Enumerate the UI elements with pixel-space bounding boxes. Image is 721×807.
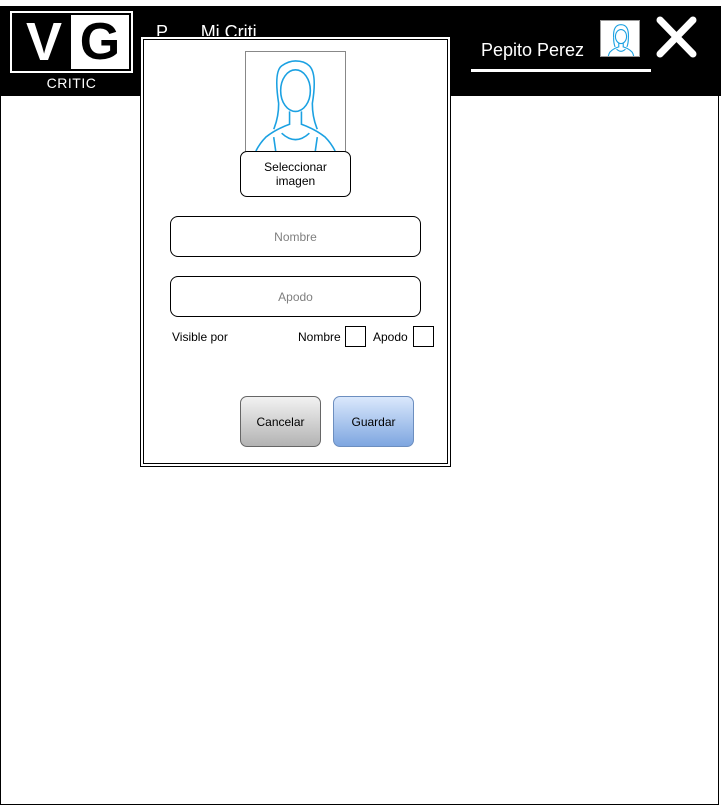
select-image-button[interactable]: Seleccionar imagen: [240, 151, 351, 197]
logo-letter-v: V: [25, 12, 63, 72]
save-button[interactable]: Guardar: [333, 396, 414, 447]
logo: V G: [10, 11, 133, 73]
user-name-underline: [471, 69, 651, 72]
visible-nombre-label: Nombre: [298, 330, 341, 344]
visible-nombre-checkbox[interactable]: [345, 326, 366, 347]
visible-apodo-label: Apodo: [373, 330, 408, 344]
name-field[interactable]: [170, 216, 421, 257]
visible-apodo-checkbox[interactable]: [413, 326, 434, 347]
nickname-field[interactable]: [170, 276, 421, 317]
close-x-icon[interactable]: [653, 15, 699, 61]
person-silhouette-icon: [245, 51, 346, 152]
user-name[interactable]: Pepito Perez: [481, 40, 584, 61]
cancel-button[interactable]: Cancelar: [240, 396, 321, 447]
user-avatar-icon[interactable]: [600, 20, 640, 57]
visible-by-label: Visible por: [172, 330, 228, 344]
logo-letter-g-box: G: [71, 15, 129, 69]
logo-subtitle: CRITIC: [46, 75, 97, 91]
logo-letter-g: G: [79, 13, 121, 71]
